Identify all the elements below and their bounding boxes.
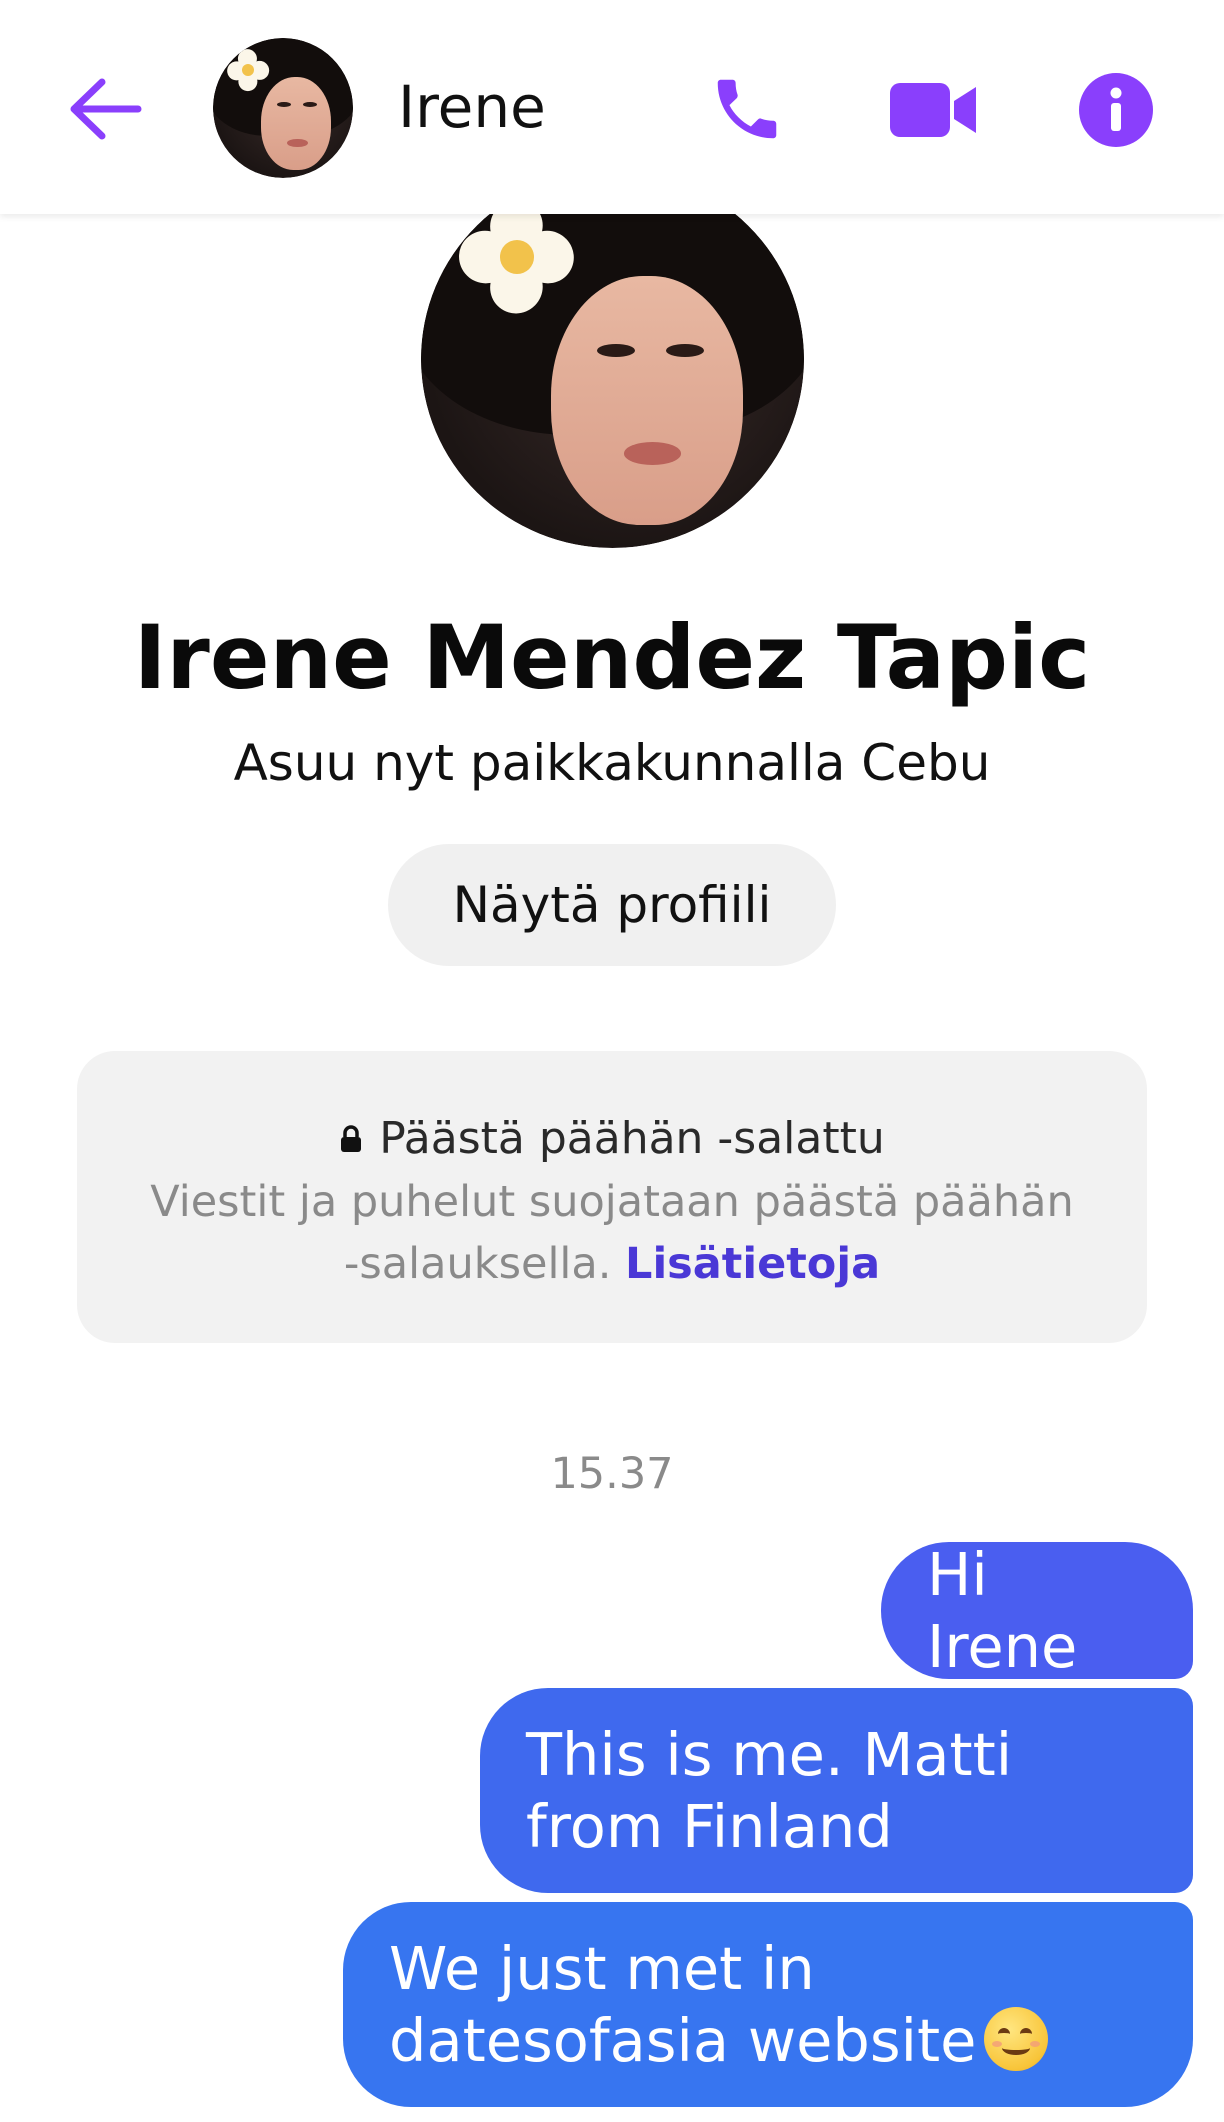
chat-screen: Irene Irene Mendez Tapic Asuu nyt paikka… [0,0,1224,2122]
video-camera-icon [890,83,976,137]
arrow-left-icon [70,78,142,140]
message-bubble[interactable]: We just met in datesofasia website [343,1902,1193,2107]
encryption-body-text: Viestit ja puhelut suojataan päästä pääh… [150,1177,1074,1289]
encryption-notice: Päästä päähän -salattu Viestit ja puhelu… [77,1051,1147,1343]
profile-photo[interactable] [421,170,804,548]
encryption-title: Päästä päähän -salattu [379,1113,885,1164]
info-button[interactable] [1076,70,1156,150]
profile-location: Asuu nyt paikkakunnalla Cebu [233,734,991,792]
contact-name[interactable]: Irene [398,72,546,142]
learn-more-link[interactable]: Lisätietoja [625,1239,880,1289]
view-profile-button[interactable]: Näytä profiili [388,844,836,966]
profile-full-name: Irene Mendez Tapic [133,606,1091,709]
phone-icon [717,79,777,139]
message-text: Hi Irene [927,1539,1078,1681]
message-text: This is me. Matti from Finland [526,1719,1013,1861]
contact-avatar[interactable] [213,38,353,178]
message-text: We just met in datesofasia website [389,1933,977,2075]
voice-call-button[interactable] [702,64,792,154]
back-button[interactable] [62,66,148,152]
message-bubble[interactable]: This is me. Matti from Finland [480,1688,1193,1893]
message-text-wrap: We just met in datesofasia website [389,1933,1147,2077]
video-call-button[interactable] [884,70,984,150]
lock-icon [341,1125,362,1152]
chat-header: Irene [0,0,1224,214]
smiling-face-emoji-icon [984,2006,1049,2071]
message-timestamp: 15.37 [550,1449,674,1499]
encryption-title-row: Päästä päähän -salattu [77,1111,1147,1167]
info-icon [1079,73,1153,147]
encryption-description: Viestit ja puhelut suojataan päästä pääh… [137,1171,1087,1295]
message-bubble[interactable]: Hi Irene [881,1540,1193,1681]
